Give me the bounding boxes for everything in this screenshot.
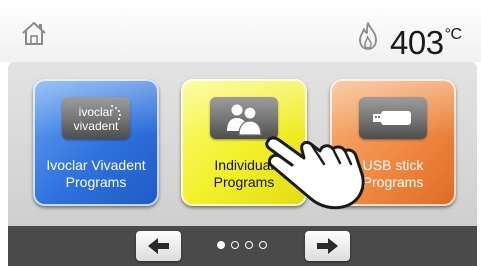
logo-line2: vivadent [74,119,119,133]
next-page-button[interactable] [305,231,350,261]
ivoclar-vivadent-programs-button[interactable]: ivoclar vivadent Ivoclar Vivadent Progra… [33,79,159,206]
arrow-left-icon [148,238,169,254]
top-bar: 403°C [0,0,481,62]
flame-icon [357,22,379,50]
page-indicator [217,241,277,251]
pointing-hand-icon [262,122,372,212]
tile-label-line1: Ivoclar Vivadent [46,157,146,173]
home-icon[interactable] [21,20,47,46]
arrow-right-icon [317,238,338,254]
page-dot [217,241,225,249]
temperature-unit: °C [444,26,462,43]
page-dot [245,241,253,249]
page-dot [259,241,267,249]
previous-page-button[interactable] [136,231,181,261]
page-dot [231,241,239,249]
tile-label: Ivoclar Vivadent Programs [33,157,159,191]
temperature-value: 403 [390,24,444,61]
ivoclar-vivadent-logo: ivoclar vivadent [62,97,130,139]
tile-label-line2: Programs [65,174,127,190]
logo-line1: ivoclar [79,105,114,119]
temperature-readout: 403°C [390,15,462,61]
